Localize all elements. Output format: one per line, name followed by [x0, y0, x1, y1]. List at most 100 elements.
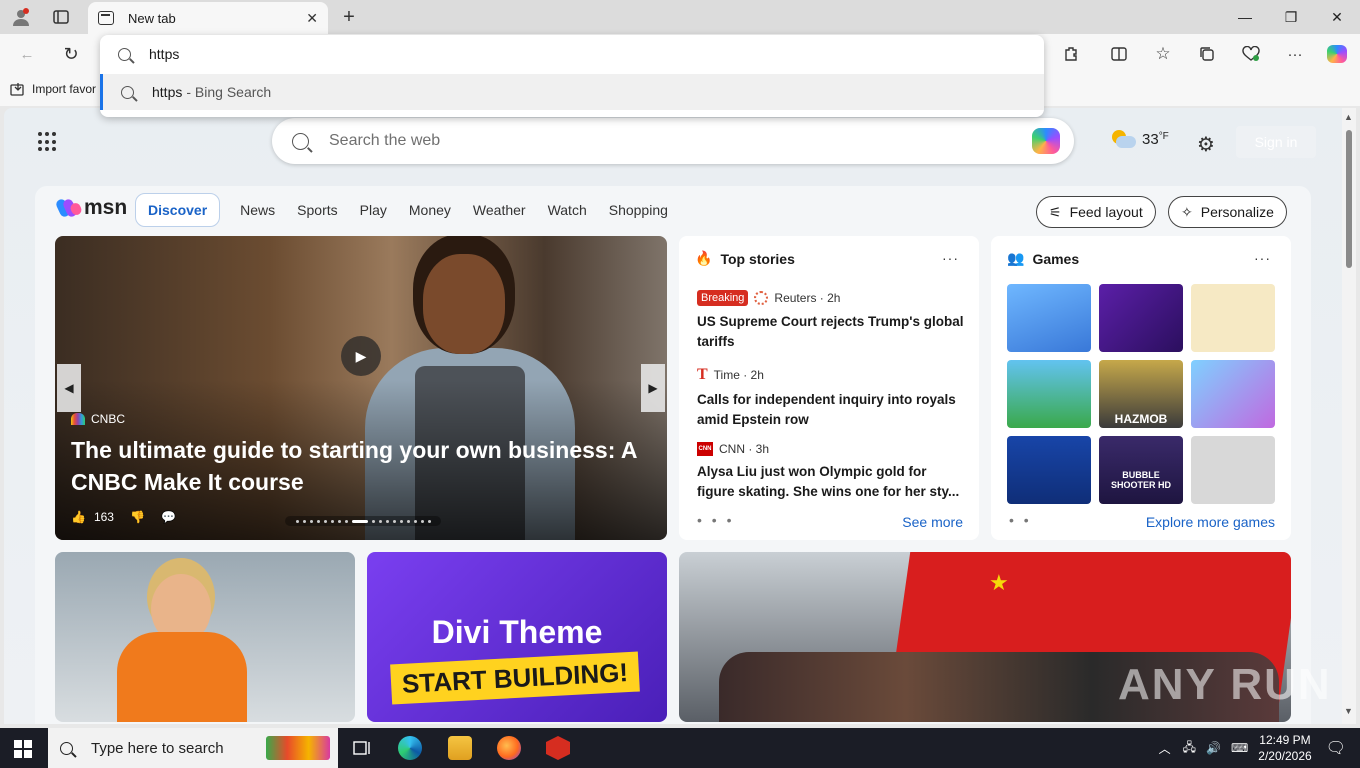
restore-button[interactable]: ❐ — [1268, 0, 1314, 34]
favorites-icon[interactable]: ☆ — [1152, 43, 1174, 65]
settings-gear-icon[interactable]: ⚙ — [1197, 132, 1215, 157]
address-input[interactable]: https — [149, 46, 179, 62]
notifications-icon[interactable]: 🗨 — [1326, 738, 1346, 758]
page-scrollbar[interactable]: ▲ ▼ — [1342, 108, 1356, 724]
copilot-icon[interactable] — [1326, 43, 1348, 65]
split-screen-icon[interactable] — [1108, 43, 1130, 65]
nav-play[interactable]: Play — [360, 202, 387, 218]
volume-icon[interactable]: 🔊 — [1206, 741, 1221, 755]
game-tile[interactable] — [1191, 436, 1275, 504]
network-icon[interactable]: 🖧 — [1183, 738, 1196, 759]
taskbar-search[interactable]: Type here to search — [48, 728, 338, 768]
nav-watch[interactable]: Watch — [548, 202, 587, 218]
thumbs-down-icon[interactable]: 👎 — [130, 510, 145, 524]
sign-in-button[interactable]: Sign in — [1236, 126, 1316, 158]
nav-shopping[interactable]: Shopping — [609, 202, 668, 218]
feed-layout-label: Feed layout — [1069, 204, 1143, 220]
game-tile[interactable] — [1007, 284, 1091, 352]
search-icon — [292, 132, 309, 150]
games-more-icon[interactable]: ··· — [1254, 250, 1271, 266]
cnn-logo-icon: CNN — [697, 442, 713, 456]
top-stories-heading: Top stories — [720, 250, 795, 267]
security-app-icon[interactable] — [546, 736, 570, 760]
games-grid: HAZMOB BUBBLE SHOOTER HD — [1007, 284, 1275, 504]
new-tab-button[interactable]: + — [338, 6, 360, 28]
browser-essentials-icon[interactable] — [1240, 43, 1262, 65]
weather-widget[interactable]: 33°F — [1110, 130, 1169, 148]
feed-layout-button[interactable]: ⚟ Feed layout — [1036, 196, 1156, 228]
comment-icon[interactable]: 💬 — [161, 510, 176, 524]
game-tile[interactable]: BUBBLE SHOOTER HD — [1099, 436, 1183, 504]
minimize-button[interactable]: — — [1222, 0, 1268, 34]
tab-new-tab[interactable]: New tab ✕ — [88, 2, 328, 34]
suggestion-bing-search[interactable]: https - Bing Search — [100, 74, 1044, 110]
top-stories-more-icon[interactable]: ··· — [942, 250, 959, 266]
import-icon — [10, 83, 24, 96]
refresh-icon[interactable]: ↻ — [60, 43, 82, 65]
ime-icon[interactable]: ⌨ — [1231, 741, 1248, 755]
top-stories-card: 🔥 Top stories ··· Breaking Reuters · 2h … — [679, 236, 979, 540]
game-tile[interactable] — [1191, 360, 1275, 428]
show-hidden-icons[interactable]: ︿ — [1159, 740, 1171, 757]
game-tile[interactable] — [1007, 436, 1091, 504]
carousel-next-button[interactable]: ▶ — [641, 364, 665, 412]
nav-sports[interactable]: Sports — [297, 202, 337, 218]
more-menu-icon[interactable]: ··· — [1284, 43, 1306, 65]
new-tab-page: Search the web 33°F ⚙ Sign in msn Discov… — [4, 108, 1342, 724]
close-tab-icon[interactable]: ✕ — [306, 10, 318, 27]
carousel-indicator[interactable] — [285, 516, 441, 526]
scroll-down-icon[interactable]: ▼ — [1344, 706, 1353, 716]
story-item[interactable]: CNN CNN · 3h Alysa Liu just won Olympic … — [697, 442, 967, 502]
games-pager[interactable]: • • — [1009, 512, 1032, 528]
close-window-button[interactable]: ✕ — [1314, 0, 1360, 34]
personalize-button[interactable]: ✧ Personalize — [1168, 196, 1287, 228]
tab-actions-icon[interactable] — [50, 7, 72, 27]
news-tile-skater[interactable] — [55, 552, 355, 722]
app-launcher-icon[interactable] — [38, 132, 58, 152]
game-tile[interactable]: HAZMOB — [1099, 360, 1183, 428]
search-icon — [60, 741, 73, 755]
hero-carousel[interactable]: ▶ ◀ ▶ CNBC The ultimate guide to startin… — [55, 236, 667, 540]
breaking-badge: Breaking — [697, 290, 749, 306]
top-stories-pager[interactable]: • • • — [697, 512, 734, 528]
game-tile[interactable] — [1099, 284, 1183, 352]
windows-start-icon[interactable] — [14, 740, 32, 758]
carousel-prev-button[interactable]: ◀ — [57, 364, 81, 412]
msn-feed: msn Discover News Sports Play Money Weat… — [35, 186, 1311, 724]
scroll-up-icon[interactable]: ▲ — [1344, 112, 1353, 122]
address-bar[interactable]: https — [100, 35, 1044, 73]
see-more-link[interactable]: See more — [902, 514, 963, 530]
nav-money[interactable]: Money — [409, 202, 451, 218]
nav-discover[interactable]: Discover — [135, 193, 221, 227]
scrollbar-thumb[interactable] — [1346, 130, 1352, 268]
file-explorer-icon[interactable] — [448, 736, 472, 760]
games-header: 👥 Games — [1007, 250, 1079, 267]
web-search-box[interactable]: Search the web — [272, 118, 1074, 164]
import-favorites-item[interactable]: Import favor — [10, 82, 96, 96]
hero-title[interactable]: The ultimate guide to starting your own … — [71, 434, 651, 498]
nav-news[interactable]: News — [240, 202, 275, 218]
game-tile[interactable] — [1007, 360, 1091, 428]
task-view-icon[interactable] — [350, 736, 374, 760]
game-tile[interactable] — [1191, 284, 1275, 352]
story-item[interactable]: T Time · 2h Calls for independent inquir… — [697, 366, 967, 430]
story-source: Reuters · 2h — [774, 291, 841, 305]
ad-tile-divi[interactable]: Divi Theme START BUILDING! — [367, 552, 667, 722]
edge-taskbar-icon[interactable] — [398, 736, 422, 760]
explore-more-games-link[interactable]: Explore more games — [1146, 514, 1275, 530]
back-icon[interactable]: ← — [16, 44, 38, 64]
thumbs-up-icon[interactable]: 👍 — [71, 510, 86, 524]
copilot-icon[interactable] — [1032, 128, 1060, 154]
play-icon[interactable]: ▶ — [341, 336, 381, 376]
story-item[interactable]: Breaking Reuters · 2h US Supreme Court r… — [697, 290, 967, 352]
firefox-icon[interactable] — [497, 736, 521, 760]
cnbc-logo-icon — [71, 413, 85, 425]
extensions-icon[interactable] — [1060, 43, 1082, 65]
msn-logo[interactable]: msn — [54, 196, 127, 220]
collections-icon[interactable] — [1196, 43, 1218, 65]
games-heading: Games — [1032, 250, 1080, 267]
nav-weather[interactable]: Weather — [473, 202, 526, 218]
profile-icon[interactable] — [10, 7, 32, 27]
address-bar-dropdown: https https - Bing Search — [100, 35, 1044, 117]
taskbar-clock[interactable]: 12:49 PM 2/20/2026 — [1258, 732, 1311, 764]
